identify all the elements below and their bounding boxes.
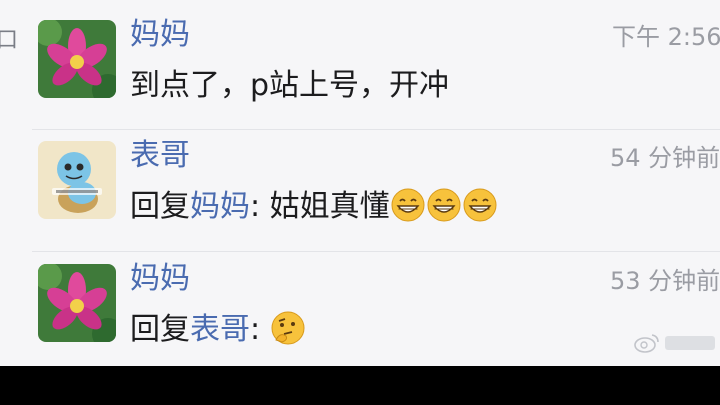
weibo-icon [634, 334, 659, 353]
divider [32, 251, 720, 252]
grin-emoji [463, 188, 497, 221]
sender-name[interactable]: 妈妈 [130, 262, 190, 295]
message-text: 回复妈妈: 姑姐真懂 [130, 188, 498, 225]
message-text: 到点了，p站上号，开冲 [130, 68, 450, 103]
grin-emoji [391, 188, 425, 221]
chat-message[interactable]: 妈妈 下午 2:56 到点了，p站上号，开冲 [0, 10, 720, 126]
reply-mention[interactable]: 表哥 [190, 312, 250, 347]
reply-body: 姑姐真懂 [269, 189, 390, 224]
watermark-blur [665, 336, 716, 350]
bottom-black-bar [0, 366, 720, 405]
reply-prefix: 回复 [130, 189, 190, 224]
screen: 口 妈妈 下午 2:56 到点了，p站上号，开冲 表哥 54 分钟前 回复妈妈:… [0, 0, 720, 405]
message-time: 53 分钟前 [610, 267, 720, 295]
chat-message[interactable]: 表哥 54 分钟前 回复妈妈: 姑姐真懂 [0, 131, 720, 249]
message-text: 回复表哥: [130, 311, 306, 348]
reply-separator: : [250, 189, 270, 224]
divider [32, 129, 720, 130]
weibo-watermark [634, 333, 716, 353]
thinking-emoji [271, 311, 305, 344]
lotus-flower-avatar[interactable] [38, 264, 116, 342]
reply-mention[interactable]: 妈妈 [190, 189, 250, 224]
message-time: 下午 2:56 [612, 23, 720, 51]
sender-name[interactable]: 表哥 [130, 139, 190, 172]
grin-emoji [427, 188, 461, 221]
reply-separator: : [250, 312, 270, 347]
message-time: 54 分钟前 [610, 144, 720, 172]
lotus-flower-avatar[interactable] [38, 20, 116, 98]
reply-prefix: 回复 [130, 312, 190, 347]
sender-name[interactable]: 妈妈 [130, 18, 190, 51]
squirtle-avatar[interactable] [38, 141, 116, 219]
chat-list: 口 妈妈 下午 2:56 到点了，p站上号，开冲 表哥 54 分钟前 回复妈妈:… [0, 0, 720, 366]
chat-message[interactable]: 妈妈 53 分钟前 回复表哥: [0, 254, 720, 366]
